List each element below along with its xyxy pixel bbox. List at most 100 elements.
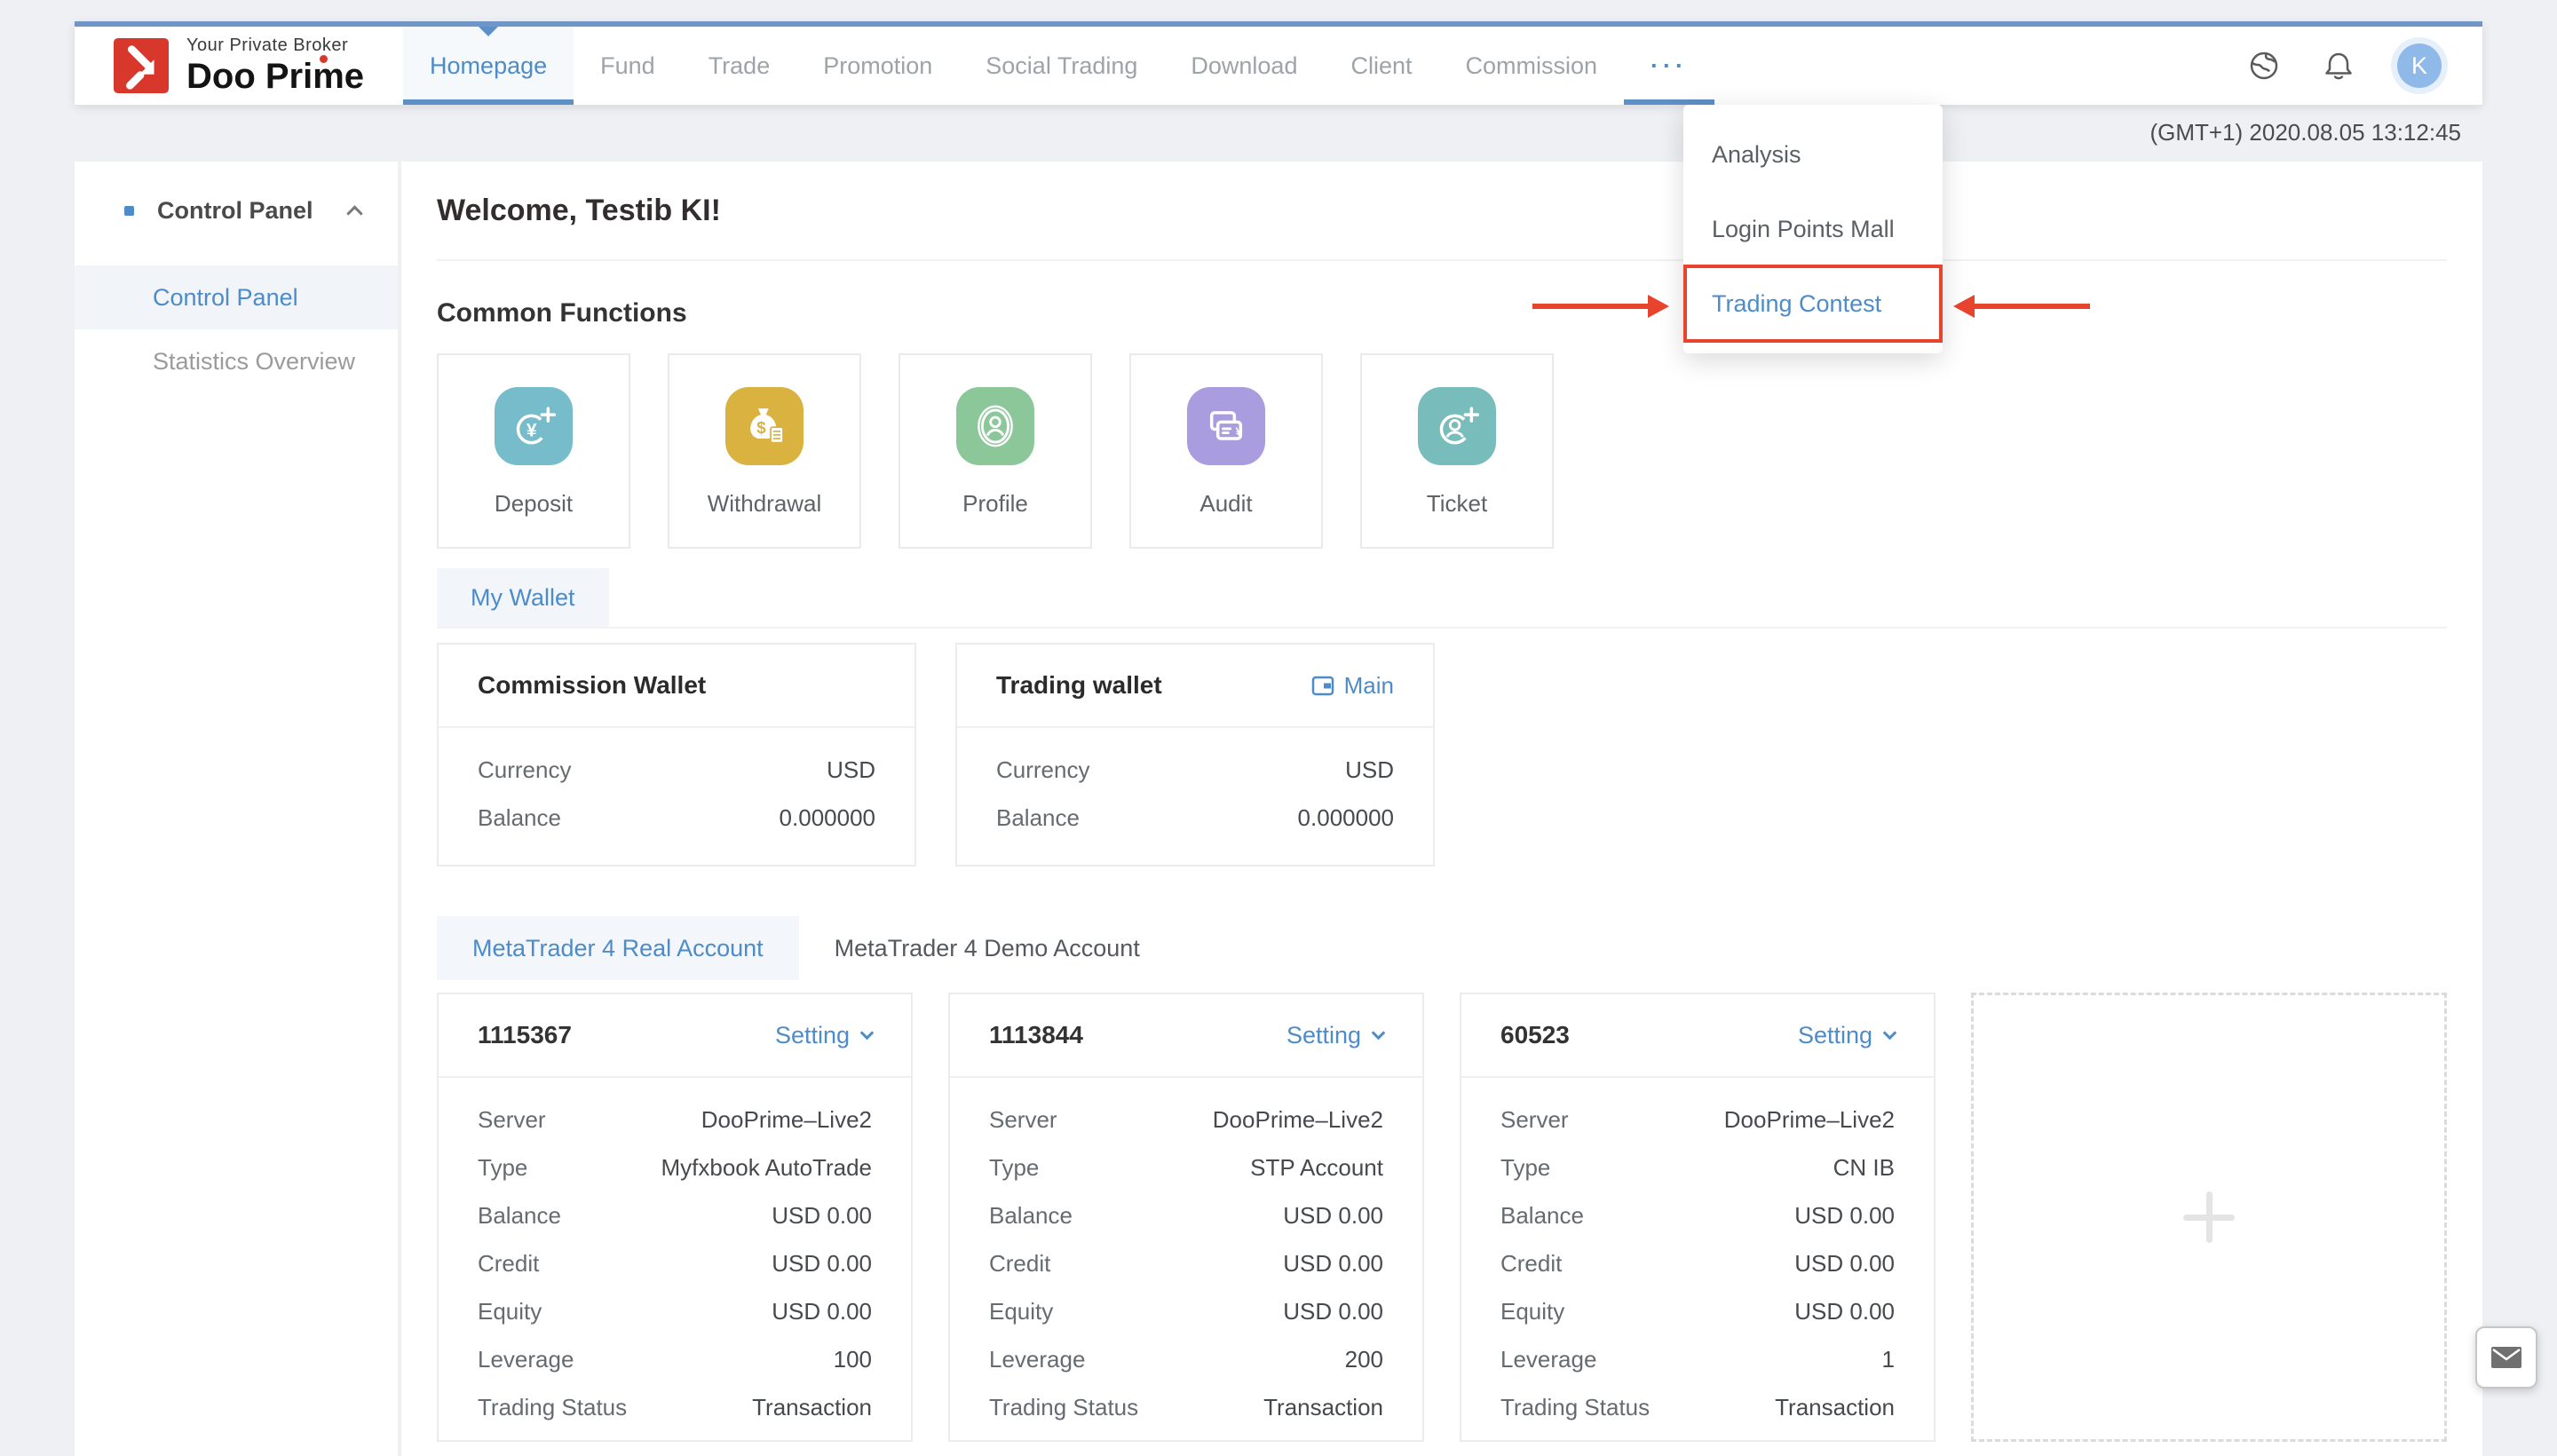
account-detail-row: Balance USD 0.00 bbox=[989, 1191, 1383, 1239]
row-label: Type bbox=[1500, 1154, 1550, 1182]
main-nav: Homepage Fund Trade Promotion Social Tra… bbox=[403, 27, 1714, 105]
menu-item-analysis[interactable]: Analysis bbox=[1683, 117, 1943, 192]
row-value: CN IB bbox=[1833, 1154, 1895, 1182]
tab-my-wallet[interactable]: My Wallet bbox=[437, 568, 609, 627]
nav-item-trade[interactable]: Trade bbox=[682, 27, 797, 105]
chevron-up-icon[interactable] bbox=[346, 205, 362, 221]
row-label: Balance bbox=[478, 804, 561, 832]
commission-wallet-card: Commission Wallet Currency USD Balance 0… bbox=[437, 643, 916, 866]
main-wallet-link[interactable]: Main bbox=[1311, 672, 1394, 700]
row-value: Transaction bbox=[752, 1394, 872, 1421]
sidebar-group-control-panel[interactable]: Control Panel bbox=[75, 162, 398, 225]
svg-text:¥: ¥ bbox=[1236, 425, 1243, 439]
tab-mt4-demo-account[interactable]: MetaTrader 4 Demo Account bbox=[799, 916, 1176, 980]
function-card-label: Deposit bbox=[495, 490, 573, 518]
row-label: Server bbox=[1500, 1106, 1569, 1134]
row-label: Equity bbox=[989, 1298, 1053, 1325]
sidebar-group-label: Control Panel bbox=[157, 197, 313, 225]
more-menu-dropdown: Analysis Login Points Mall Trading Conte… bbox=[1683, 105, 1943, 353]
account-detail-row: Leverage 100 bbox=[478, 1335, 872, 1383]
setting-label: Setting bbox=[1798, 1022, 1872, 1049]
common-functions-title: Common Functions bbox=[437, 286, 2447, 341]
row-label: Credit bbox=[989, 1250, 1050, 1278]
nav-item-client[interactable]: Client bbox=[1324, 27, 1438, 105]
wallet-row-currency: Currency USD bbox=[478, 746, 875, 794]
main-wallet-link-label: Main bbox=[1344, 672, 1394, 700]
nav-item-promotion[interactable]: Promotion bbox=[796, 27, 959, 105]
row-value: 0.000000 bbox=[1298, 804, 1394, 832]
chevron-down-icon bbox=[1372, 1025, 1386, 1040]
nav-item-more[interactable]: ··· bbox=[1624, 27, 1714, 105]
menu-item-trading-contest[interactable]: Trading Contest bbox=[1683, 266, 1943, 341]
account-detail-row: Balance USD 0.00 bbox=[478, 1191, 872, 1239]
wallet-row-balance: Balance 0.000000 bbox=[478, 794, 875, 842]
brand-logo[interactable]: Your Private Broker Doo Prime bbox=[75, 27, 385, 105]
wallet-row-balance: Balance 0.000000 bbox=[996, 794, 1394, 842]
user-avatar[interactable]: K bbox=[2397, 44, 2442, 88]
account-detail-row: Leverage 1 bbox=[1500, 1335, 1895, 1383]
row-value: DooPrime–Live2 bbox=[701, 1106, 872, 1134]
wallet-row-currency: Currency USD bbox=[996, 746, 1394, 794]
row-label: Credit bbox=[1500, 1250, 1562, 1278]
row-value: Myfxbook AutoTrade bbox=[661, 1154, 873, 1182]
account-detail-row: Equity USD 0.00 bbox=[1500, 1287, 1895, 1335]
account-detail-row: Credit USD 0.00 bbox=[1500, 1239, 1895, 1287]
envelope-icon bbox=[2490, 1346, 2522, 1369]
plus-icon bbox=[2183, 1191, 2235, 1243]
brand-i-dot bbox=[320, 55, 328, 63]
language-globe-icon[interactable] bbox=[2248, 50, 2280, 82]
wallet-cards-row: Commission Wallet Currency USD Balance 0… bbox=[437, 643, 2447, 866]
setting-dropdown-button[interactable]: Setting bbox=[775, 1022, 872, 1049]
account-detail-row: Credit USD 0.00 bbox=[478, 1239, 872, 1287]
account-detail-row: Trading Status Transaction bbox=[478, 1383, 872, 1431]
function-card-profile[interactable]: Profile bbox=[899, 353, 1092, 549]
svg-text:¥: ¥ bbox=[526, 421, 537, 441]
row-label: Trading Status bbox=[1500, 1394, 1650, 1421]
setting-dropdown-button[interactable]: Setting bbox=[1798, 1022, 1895, 1049]
chevron-down-icon bbox=[1883, 1025, 1897, 1040]
function-card-deposit[interactable]: ¥ Deposit bbox=[437, 353, 630, 549]
row-value: USD 0.00 bbox=[1283, 1250, 1383, 1278]
audit-icon: ¥ bbox=[1187, 387, 1265, 465]
row-value: USD 0.00 bbox=[1283, 1298, 1383, 1325]
row-label: Currency bbox=[996, 756, 1089, 784]
wallet-card-title: Commission Wallet bbox=[478, 671, 706, 700]
sidebar-item-control-panel[interactable]: Control Panel bbox=[75, 265, 398, 329]
nav-item-download[interactable]: Download bbox=[1164, 27, 1324, 105]
nav-item-commission[interactable]: Commission bbox=[1439, 27, 1625, 105]
account-detail-row: Equity USD 0.00 bbox=[989, 1287, 1383, 1335]
account-detail-row: Equity USD 0.00 bbox=[478, 1287, 872, 1335]
row-value: USD 0.00 bbox=[1794, 1202, 1895, 1230]
sidebar-item-statistics-overview[interactable]: Statistics Overview bbox=[75, 329, 398, 393]
row-value: Transaction bbox=[1775, 1394, 1895, 1421]
account-details: Server DooPrime–Live2 Type Myfxbook Auto… bbox=[439, 1078, 911, 1454]
row-value: DooPrime–Live2 bbox=[1213, 1106, 1383, 1134]
notifications-bell-icon[interactable] bbox=[2323, 50, 2355, 82]
function-card-withdrawal[interactable]: $ Withdrawal bbox=[668, 353, 861, 549]
sidebar: Control Panel Control Panel Statistics O… bbox=[75, 162, 400, 1456]
row-label: Leverage bbox=[1500, 1346, 1596, 1373]
add-account-placeholder[interactable] bbox=[1971, 993, 2447, 1442]
function-card-audit[interactable]: ¥ Audit bbox=[1129, 353, 1323, 549]
row-label: Type bbox=[478, 1154, 527, 1182]
nav-item-fund[interactable]: Fund bbox=[574, 27, 682, 105]
setting-dropdown-button[interactable]: Setting bbox=[1286, 1022, 1383, 1049]
account-cards-row: 1115367 Setting Server DooPrime–Live2 Ty… bbox=[437, 993, 2447, 1442]
account-detail-row: Type Myfxbook AutoTrade bbox=[478, 1143, 872, 1191]
nav-item-homepage[interactable]: Homepage bbox=[403, 27, 574, 105]
menu-item-login-points-mall[interactable]: Login Points Mall bbox=[1683, 192, 1943, 266]
row-value: USD 0.00 bbox=[772, 1202, 872, 1230]
account-detail-row: Server DooPrime–Live2 bbox=[1500, 1096, 1895, 1143]
account-detail-row: Trading Status Transaction bbox=[989, 1383, 1383, 1431]
row-value: Transaction bbox=[1263, 1394, 1383, 1421]
svg-text:$: $ bbox=[756, 418, 766, 437]
function-card-label: Audit bbox=[1199, 490, 1252, 518]
nav-item-social-trading[interactable]: Social Trading bbox=[959, 27, 1164, 105]
function-card-ticket[interactable]: Ticket bbox=[1360, 353, 1554, 549]
row-label: Server bbox=[478, 1106, 546, 1134]
menu-item-trading-contest-label: Trading Contest bbox=[1712, 290, 1881, 318]
row-label: Balance bbox=[996, 804, 1080, 832]
tab-mt4-real-account[interactable]: MetaTrader 4 Real Account bbox=[437, 916, 799, 980]
contact-mail-button[interactable] bbox=[2475, 1326, 2537, 1389]
row-label: Equity bbox=[1500, 1298, 1564, 1325]
